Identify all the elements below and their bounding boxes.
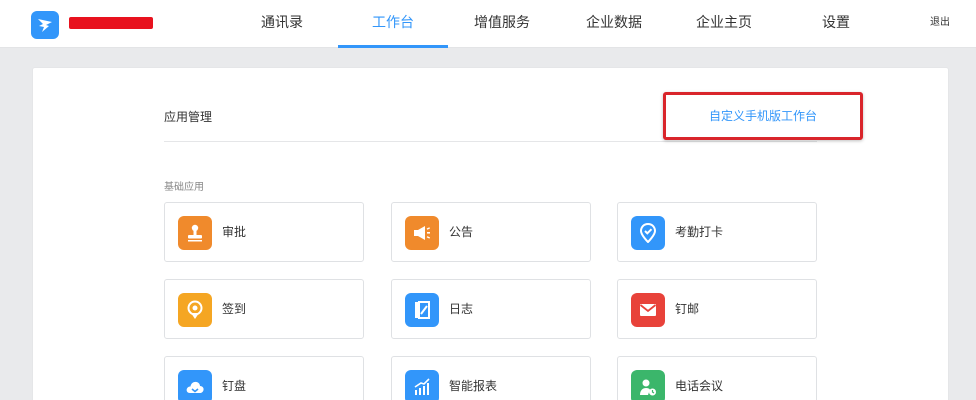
app-name: 日志	[449, 302, 474, 316]
app-tile-approval[interactable]: 审批	[164, 202, 364, 262]
stamp-icon	[178, 216, 212, 250]
app-tile-smart-report[interactable]: 智能报表	[391, 356, 591, 400]
nav-settings[interactable]: 设置	[808, 0, 864, 48]
app-name: 电话会议	[675, 379, 724, 393]
app-tile-ding-mail[interactable]: 钉邮	[617, 279, 817, 339]
group-label-basic-apps: 基础应用	[164, 182, 204, 193]
app-name: 公告	[449, 225, 474, 239]
app-name: 审批	[222, 225, 247, 239]
divider	[164, 141, 817, 142]
nav-enterprise-data[interactable]: 企业数据	[572, 0, 656, 48]
logout-link[interactable]: 退出	[930, 0, 950, 46]
top-nav-bar: redacted 通讯录 工作台 增值服务 企业数据 企业主页 设置 退出	[0, 0, 976, 48]
nav-enterprise-homepage[interactable]: 企业主页	[682, 0, 766, 48]
app-name: 签到	[222, 302, 247, 316]
nav-workbench[interactable]: 工作台	[338, 0, 448, 48]
section-title: 应用管理	[164, 110, 213, 124]
app-tile-ding-disk[interactable]: 钉盘	[164, 356, 364, 400]
dingtalk-logo-icon[interactable]	[31, 11, 59, 39]
app-name: 钉邮	[675, 302, 700, 316]
customize-mobile-workbench-button[interactable]: 自定义手机版工作台	[663, 92, 863, 140]
notebook-icon	[405, 293, 439, 327]
location-check-icon	[631, 216, 665, 250]
app-name: 钉盘	[222, 379, 247, 393]
app-tile-attendance[interactable]: 考勤打卡	[617, 202, 817, 262]
megaphone-icon	[405, 216, 439, 250]
chart-icon	[405, 370, 439, 400]
location-pin-icon	[178, 293, 212, 327]
app-tile-log[interactable]: 日志	[391, 279, 591, 339]
cloud-icon	[178, 370, 212, 400]
app-management-panel: 应用管理 自定义手机版工作台 基础应用 审批 公告 考勤打卡 签到 日志 钉邮 …	[32, 67, 949, 400]
app-name: 智能报表	[449, 379, 498, 393]
mail-icon	[631, 293, 665, 327]
app-tile-conference-call[interactable]: 电话会议	[617, 356, 817, 400]
app-name: 考勤打卡	[675, 225, 724, 239]
nav-contacts[interactable]: 通讯录	[252, 0, 312, 48]
nav-value-added-services[interactable]: 增值服务	[460, 0, 544, 48]
app-tile-check-in[interactable]: 签到	[164, 279, 364, 339]
app-tile-announcement[interactable]: 公告	[391, 202, 591, 262]
conference-call-icon	[631, 370, 665, 400]
org-name-redacted: redacted	[69, 17, 153, 29]
